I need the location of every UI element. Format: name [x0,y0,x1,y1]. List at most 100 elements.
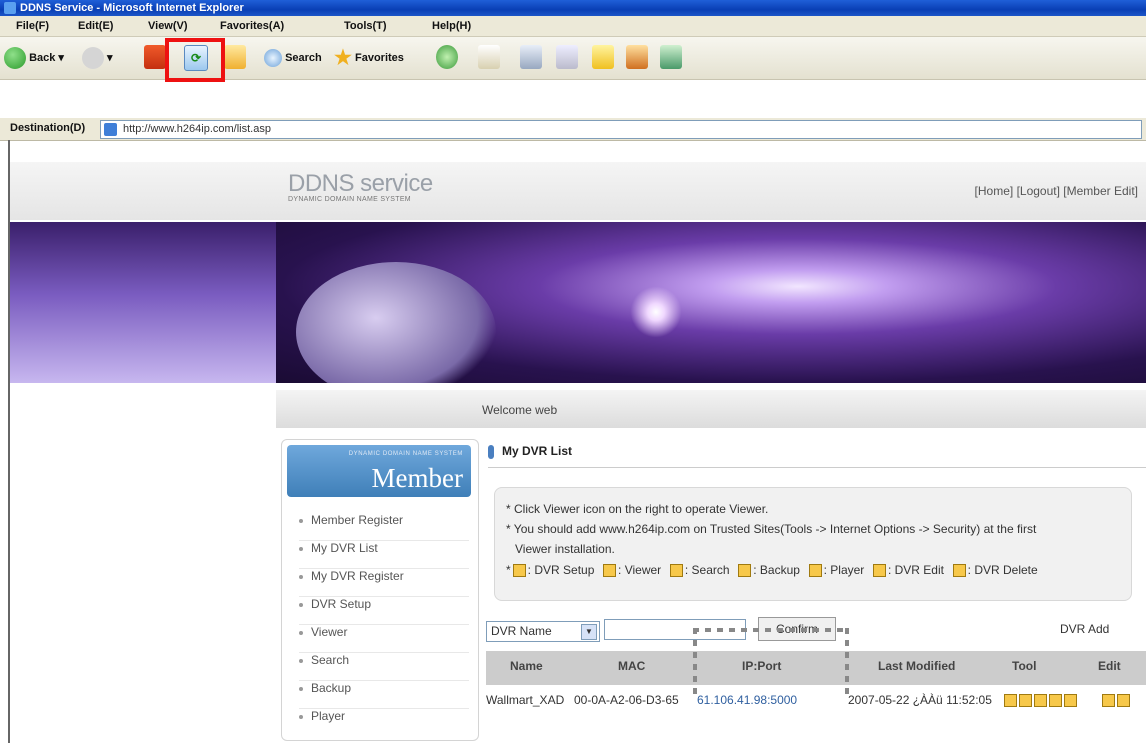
dvr-edit-icon[interactable] [1102,694,1115,708]
sidebar-item-viewer[interactable]: Viewer [299,624,469,653]
bullet-icon [299,686,303,691]
logout-link[interactable]: [Logout] [1017,184,1060,198]
search-icon [264,49,282,68]
section-title-text: My DVR List [502,444,573,458]
menu-tools[interactable]: Tools(T) [344,16,387,36]
dvr-delete-icon [952,564,966,578]
search-button[interactable]: Search [264,45,322,71]
print-icon[interactable] [520,45,542,69]
back-button[interactable]: Back ▾ [4,45,64,71]
refresh-highlight-box [165,38,225,82]
cell-ip-port[interactable]: 61.106.41.98:5000 [697,693,797,707]
legend-player: : Player [823,563,865,577]
player-icon[interactable] [1064,694,1077,708]
folder-icon[interactable] [592,45,614,69]
satellite-dish-graphic [296,262,496,383]
viewer-icon[interactable] [1019,694,1032,708]
cell-name: Wallmart_XAD [486,693,565,707]
edit-page-icon[interactable] [556,45,578,69]
sidebar-item-search[interactable]: Search [299,652,469,681]
title-divider [488,467,1146,468]
menu-help[interactable]: Help(H) [432,16,471,36]
sidebar-item-label: Search [311,653,350,667]
backup-icon[interactable] [1049,694,1062,708]
bullet-icon [299,518,303,523]
section-title: My DVR List [488,444,572,459]
sidebar-item-my-dvr-list[interactable]: My DVR List [299,540,469,569]
column-header-tool: Tool [1012,659,1037,673]
menu-favorites[interactable]: Favorites(A) [220,16,284,36]
window-title-bar: DDNS Service - Microsoft Internet Explor… [0,0,1146,16]
history-icon[interactable] [436,45,458,69]
stop-icon[interactable] [144,45,166,69]
top-links: [Home] [Logout] [Member Edit] [975,184,1138,198]
menu-view[interactable]: View(V) [148,16,188,36]
sidebar-item-backup[interactable]: Backup [299,680,469,709]
backup-icon [738,564,752,578]
mail-icon[interactable] [478,45,500,69]
title-marker-icon [488,444,494,459]
page-icon [104,123,117,136]
favorites-button[interactable]: ★ Favorites [334,45,404,71]
sidebar-header: DYNAMIC DOMAIN NAME SYSTEM Member [287,445,471,497]
legend-backup: : Backup [753,563,800,577]
bullet-icon [299,546,303,551]
info-line-3: Viewer installation. [515,542,615,556]
welcome-bar [276,390,1146,428]
address-bar: Destination(D) http://www.h264ip.com/lis… [0,118,1146,141]
sidebar-item-label: My DVR List [311,541,378,555]
column-header-edit: Edit [1098,659,1121,673]
bullet-icon [299,574,303,579]
dvr-add-link[interactable]: DVR Add [1060,622,1109,636]
home-icon[interactable] [224,45,246,69]
home-link[interactable]: [Home] [975,184,1014,198]
sidebar-item-label: My DVR Register [311,569,404,583]
sidebar-item-member-register[interactable]: Member Register [299,512,469,541]
search-label: Search [285,52,322,64]
dvr-filter-select[interactable]: DVR Name ▼ [486,621,600,642]
sidebar-caption: DYNAMIC DOMAIN NAME SYSTEM [348,451,463,457]
sidebar-item-player[interactable]: Player [299,708,469,736]
legend-search: : Search [684,563,730,577]
sidebar-item-my-dvr-register[interactable]: My DVR Register [299,568,469,597]
menu-edit[interactable]: Edit(E) [78,16,113,36]
legend-viewer: : Viewer [618,563,662,577]
member-edit-link[interactable]: [Member Edit] [1063,184,1138,198]
address-input[interactable]: http://www.h264ip.com/list.asp [100,120,1142,139]
info-line-2: * You should add www.h264ip.com on Trust… [506,522,1037,536]
address-url: http://www.h264ip.com/list.asp [123,123,271,135]
dvr-setup-icon [512,564,526,578]
cell-tools [1004,693,1079,708]
legend-edit: : DVR Edit [887,563,944,577]
research-icon[interactable] [626,45,648,69]
cell-mac: 00-0A-A2-06-D3-65 [574,693,679,707]
search-tool-icon[interactable] [1034,694,1047,708]
favorites-label: Favorites [355,52,404,64]
viewer-icon [603,564,617,578]
select-value: DVR Name [491,624,552,638]
menu-file[interactable]: File(F) [16,16,49,36]
dvr-setup-icon[interactable] [1004,694,1017,708]
messenger-icon[interactable] [660,45,682,69]
sidebar-item-label: Member Register [311,513,404,527]
dvr-delete-icon[interactable] [1117,694,1130,708]
forward-button[interactable]: ▾ [82,45,113,71]
bullet-icon [299,658,303,663]
sidebar-heading: Member [371,463,463,493]
welcome-text: Welcome web [482,403,558,417]
column-header-name: Name [510,659,543,673]
address-label: Destination(D) [10,122,86,134]
dvr-edit-icon [872,564,886,578]
selection-dash-right [845,628,849,696]
light-flare-graphic [626,282,686,342]
sidebar-item-label: Viewer [311,625,348,639]
forward-arrow-icon [82,47,104,70]
ie-icon [4,2,16,14]
legend-star: * [506,563,511,577]
chevron-down-icon[interactable]: ▼ [581,624,597,640]
site-logo[interactable]: DDNS service DYNAMIC DOMAIN NAME SYSTEM [288,170,433,203]
table-header [486,651,1146,685]
column-header-ip-port: IP:Port [742,659,782,673]
sidebar-item-dvr-setup[interactable]: DVR Setup [299,596,469,625]
info-line-1: * Click Viewer icon on the right to oper… [506,502,769,516]
